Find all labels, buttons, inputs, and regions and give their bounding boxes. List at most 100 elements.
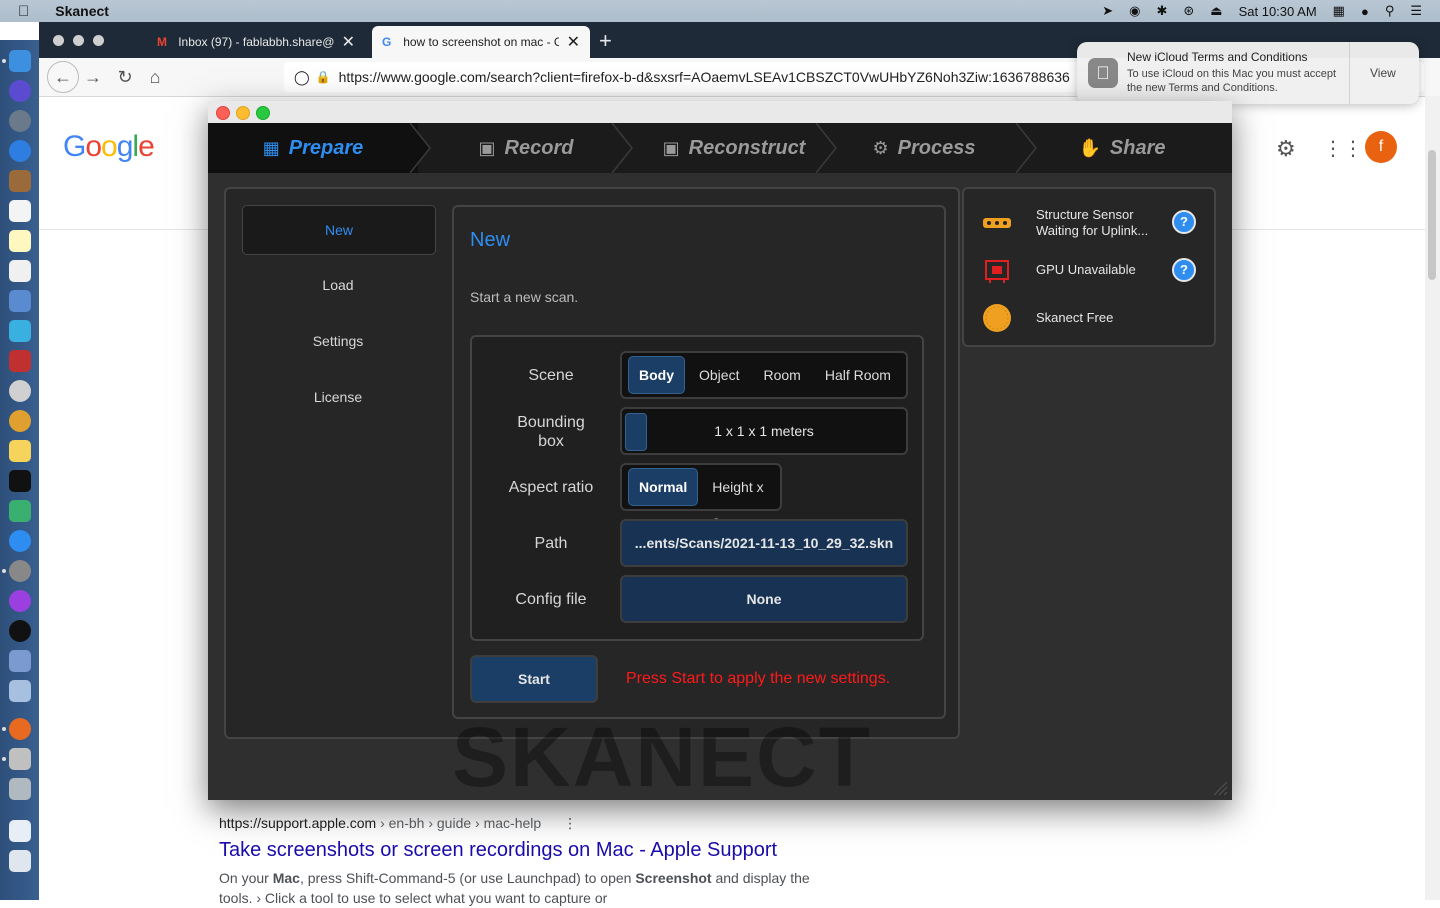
window-minimize-button[interactable] bbox=[73, 35, 84, 46]
notification-view-button[interactable]: View bbox=[1370, 66, 1396, 80]
help-icon[interactable]: ? bbox=[1172, 210, 1196, 234]
active-app-name[interactable]: Skanect bbox=[55, 3, 109, 19]
scene-option-room[interactable]: Room bbox=[753, 357, 810, 393]
menu-item-settings[interactable]: Settings bbox=[242, 317, 434, 365]
scene-option-half-room[interactable]: Half Room bbox=[815, 357, 901, 393]
new-tab-button[interactable]: + bbox=[599, 28, 612, 54]
podcasts-icon[interactable] bbox=[9, 590, 31, 612]
result-title-link[interactable]: Take screenshots or screen recordings on… bbox=[219, 839, 919, 862]
app-icon[interactable] bbox=[9, 680, 31, 702]
photos-icon[interactable] bbox=[9, 410, 31, 432]
status-row-gpu: GPU Unavailable ? bbox=[964, 249, 1214, 293]
avatar[interactable]: f bbox=[1365, 131, 1397, 163]
menu-item-load[interactable]: Load bbox=[242, 261, 434, 309]
scrollbar-thumb[interactable] bbox=[1428, 150, 1436, 280]
start-button[interactable]: Start bbox=[470, 655, 598, 703]
tab-record[interactable]: ▣ Record bbox=[426, 123, 626, 173]
user-icon[interactable]: ● bbox=[1361, 4, 1369, 19]
launchpad-icon[interactable] bbox=[9, 110, 31, 132]
bluetooth-icon[interactable]: ✱ bbox=[1156, 3, 1167, 19]
lock-icon[interactable]: 🔒 bbox=[316, 70, 331, 84]
menu-clock[interactable]: Sat 10:30 AM bbox=[1239, 4, 1317, 19]
contacts-icon[interactable] bbox=[9, 170, 31, 192]
menu-item-new[interactable]: New bbox=[242, 205, 436, 255]
resize-grip-icon[interactable] bbox=[1212, 780, 1228, 796]
wifi-icon[interactable]: ⊛ bbox=[1183, 3, 1194, 19]
window-minimize-button[interactable] bbox=[236, 106, 250, 120]
back-button[interactable]: ← bbox=[47, 61, 79, 93]
window-close-button[interactable] bbox=[53, 35, 64, 46]
firefox-icon[interactable] bbox=[9, 718, 31, 740]
eject-icon[interactable]: ⏏ bbox=[1210, 3, 1222, 19]
aspect-option-height-x2[interactable]: Height x 2 bbox=[702, 469, 776, 531]
system-preferences-icon[interactable] bbox=[9, 560, 31, 582]
app-store-icon[interactable] bbox=[9, 530, 31, 552]
gear-icon[interactable]: ⚙ bbox=[1276, 136, 1296, 162]
result-snippet: On your Mac, press Shift-Command-5 (or u… bbox=[219, 868, 919, 908]
safari-icon[interactable] bbox=[9, 140, 31, 162]
close-icon[interactable]: ✕ bbox=[342, 32, 355, 52]
google-logo[interactable]: Google bbox=[63, 130, 155, 164]
path-field[interactable]: ...ents/Scans/2021-11-13_10_29_32.skn bbox=[620, 519, 908, 567]
window-zoom-button[interactable] bbox=[256, 106, 270, 120]
menu-item-license[interactable]: License bbox=[242, 373, 434, 421]
apple-menu-icon[interactable]:  bbox=[18, 3, 29, 20]
tab-process[interactable]: ⚙ Process bbox=[824, 123, 1024, 173]
aspect-option-normal[interactable]: Normal bbox=[628, 468, 699, 506]
step-label: Record bbox=[504, 136, 574, 159]
window-close-button[interactable] bbox=[216, 106, 230, 120]
config-file-button[interactable]: None bbox=[620, 575, 908, 623]
snippet-text: and display the bbox=[711, 870, 810, 886]
notes-icon[interactable] bbox=[9, 230, 31, 252]
preview-icon[interactable] bbox=[9, 290, 31, 312]
prepare-icon: ▦ bbox=[262, 137, 280, 158]
downloads-folder-icon[interactable] bbox=[9, 820, 31, 842]
config-file-label: Config file bbox=[515, 591, 587, 608]
close-icon[interactable]: ✕ bbox=[567, 32, 580, 52]
eye-app-icon[interactable] bbox=[9, 380, 31, 402]
window-zoom-button[interactable] bbox=[93, 35, 104, 46]
aspect-ratio-label: Aspect ratio bbox=[508, 479, 594, 496]
tab-share[interactable]: ✋ Share bbox=[1022, 123, 1222, 173]
spotlight-search-icon[interactable]: ⚲ bbox=[1385, 3, 1395, 19]
calendar-app-icon[interactable] bbox=[9, 200, 31, 222]
siri-icon[interactable] bbox=[9, 80, 31, 102]
skanect-icon[interactable] bbox=[9, 748, 31, 770]
scene-option-object[interactable]: Object bbox=[689, 357, 749, 393]
home-button[interactable]: ⌂ bbox=[143, 65, 167, 89]
running-indicator bbox=[2, 727, 6, 731]
forward-button[interactable]: → bbox=[81, 65, 105, 89]
path-label: Path bbox=[534, 535, 568, 552]
shield-icon[interactable]: ◯ bbox=[294, 69, 310, 86]
slider-handle[interactable] bbox=[625, 413, 647, 451]
terminal-icon[interactable] bbox=[9, 470, 31, 492]
more-options-icon[interactable]: ⋮ bbox=[563, 815, 577, 831]
bounding-box-slider[interactable]: 1 x 1 x 1 meters bbox=[620, 407, 908, 455]
app-icon[interactable] bbox=[9, 500, 31, 522]
finder-icon[interactable] bbox=[9, 50, 31, 72]
location-icon[interactable]: ➤ bbox=[1102, 3, 1113, 19]
textedit-icon[interactable] bbox=[9, 440, 31, 462]
help-icon[interactable]: ? bbox=[1172, 258, 1196, 282]
calendar-icon[interactable]: ▦ bbox=[1333, 3, 1345, 19]
control-center-icon[interactable]: ☰ bbox=[1410, 3, 1422, 19]
tab-reconstruct[interactable]: ▣ Reconstruct bbox=[634, 123, 834, 173]
browser-tab-google[interactable]: G how to screenshot on mac - Go ✕ bbox=[372, 26, 590, 58]
binoculars-icon[interactable]: ◉ bbox=[1129, 3, 1140, 19]
joystick-icon[interactable] bbox=[9, 650, 31, 672]
reload-button[interactable]: ↻ bbox=[113, 65, 137, 89]
icloud-notification[interactable]:  New iCloud Terms and Conditions To use… bbox=[1077, 42, 1419, 104]
app-icon[interactable] bbox=[9, 778, 31, 800]
scene-option-body[interactable]: Body bbox=[628, 356, 685, 394]
gmail-icon: M bbox=[157, 35, 167, 49]
running-indicator bbox=[2, 59, 6, 63]
browser-tab-gmail[interactable]: M Inbox (97) - fablabbh.share@gm ✕ bbox=[147, 26, 365, 58]
reminders-icon[interactable] bbox=[9, 260, 31, 282]
window-titlebar[interactable] bbox=[208, 101, 1232, 123]
tab-prepare[interactable]: ▦ Prepare bbox=[208, 123, 418, 173]
photo-booth-icon[interactable] bbox=[9, 350, 31, 372]
url-text[interactable]: https://www.google.com/search?client=fir… bbox=[339, 69, 1079, 85]
trash-icon[interactable] bbox=[9, 850, 31, 872]
apple-tv-icon[interactable] bbox=[9, 620, 31, 642]
app-icon[interactable] bbox=[9, 320, 31, 342]
